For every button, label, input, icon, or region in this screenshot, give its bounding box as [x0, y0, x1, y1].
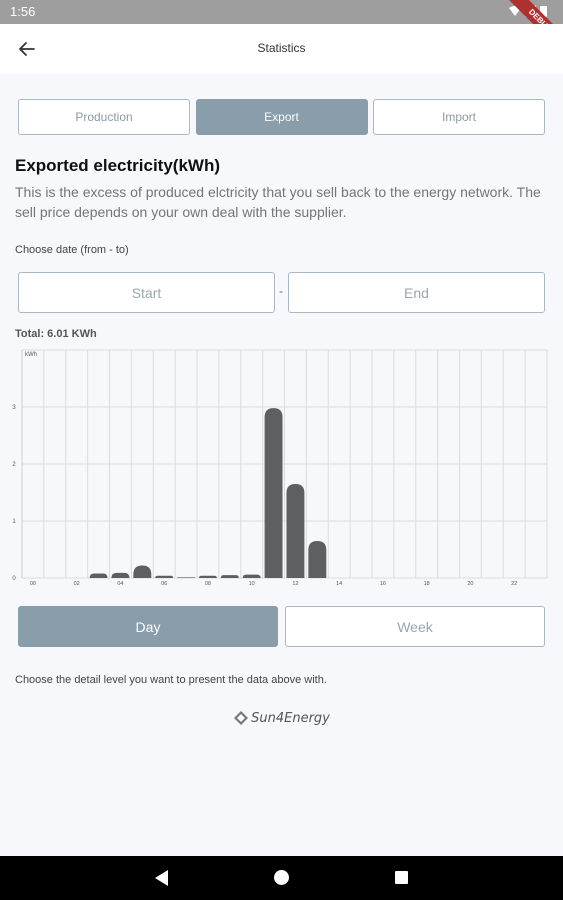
x-tick-label: 04 [117, 581, 123, 587]
status-time: 1:56 [10, 4, 36, 19]
end-date-field[interactable]: End [288, 272, 545, 313]
day-button[interactable]: Day [18, 606, 278, 647]
y-tick-label: 2 [12, 462, 16, 468]
sun4energy-logo-icon [234, 711, 249, 725]
x-tick-label: 08 [205, 581, 211, 587]
x-tick-label: 18 [424, 581, 430, 587]
x-tick-label: 06 [161, 581, 167, 587]
chart-bar [89, 573, 108, 578]
chart-bar [286, 483, 305, 578]
section-heading: Exported electricity(kWh) [15, 156, 220, 175]
export-chart: 0 1 2 3 kWh 00 02 04 06 08 10 12 14 16 18 20 22 [0, 345, 563, 595]
brand-logo: Sun4Energy [0, 710, 563, 726]
nav-back-icon[interactable] [155, 870, 169, 886]
date-separator: - [279, 284, 283, 298]
total-value: Total: 6.01 KWh [15, 328, 97, 340]
tab-export[interactable]: Export [195, 99, 368, 135]
tab-production[interactable]: Production [18, 99, 190, 135]
chart-bar [220, 575, 239, 578]
app-bar: Statistics [0, 24, 563, 74]
x-tick-label: 14 [336, 581, 342, 587]
x-tick-label: 20 [467, 581, 473, 587]
x-tick-label: 00 [30, 581, 36, 587]
chart-bar [198, 575, 217, 578]
x-tick-label: 02 [74, 581, 80, 587]
start-date-field[interactable]: Start [18, 272, 275, 313]
bar-chart: 0123kWh00 02 04 06 08 10 12 14 16 18 20 22 [12, 349, 548, 587]
date-range-picker: Start - End [18, 272, 545, 313]
tab-import[interactable]: Import [373, 99, 545, 135]
x-tick-label: 12 [292, 581, 298, 587]
page-title: Statistics [257, 41, 306, 55]
y-axis-label: kWh [25, 352, 37, 358]
system-nav-bar [0, 856, 563, 900]
y-tick-label: 0 [12, 576, 16, 582]
x-tick-label: 16 [380, 581, 386, 587]
detail-level-hint: Choose the detail level you want to pres… [15, 674, 327, 686]
date-range-label: Choose date (from - to) [15, 244, 129, 256]
chart-bar [111, 572, 130, 578]
chart-bar [133, 565, 152, 578]
detail-level-toggle: Day Week [18, 606, 545, 647]
y-tick-label: 1 [12, 519, 16, 525]
chart-bar [308, 540, 327, 578]
section-description: This is the excess of produced elctricit… [15, 184, 541, 220]
week-button[interactable]: Week [285, 606, 545, 647]
chart-bar [242, 574, 261, 578]
nav-home-icon[interactable] [274, 870, 289, 885]
chart-bar [155, 575, 174, 578]
chart-bar [177, 577, 196, 578]
status-bar: 1:56 DEBUG [0, 0, 563, 58]
x-tick-label: 10 [249, 581, 255, 587]
nav-recents-icon[interactable] [395, 871, 408, 884]
y-tick-label: 3 [12, 405, 16, 411]
tab-bar: Production Export Import [18, 99, 545, 135]
logo-text: Sun4Energy [251, 710, 330, 726]
x-tick-label: 22 [511, 581, 517, 587]
chart-bar [264, 408, 283, 578]
